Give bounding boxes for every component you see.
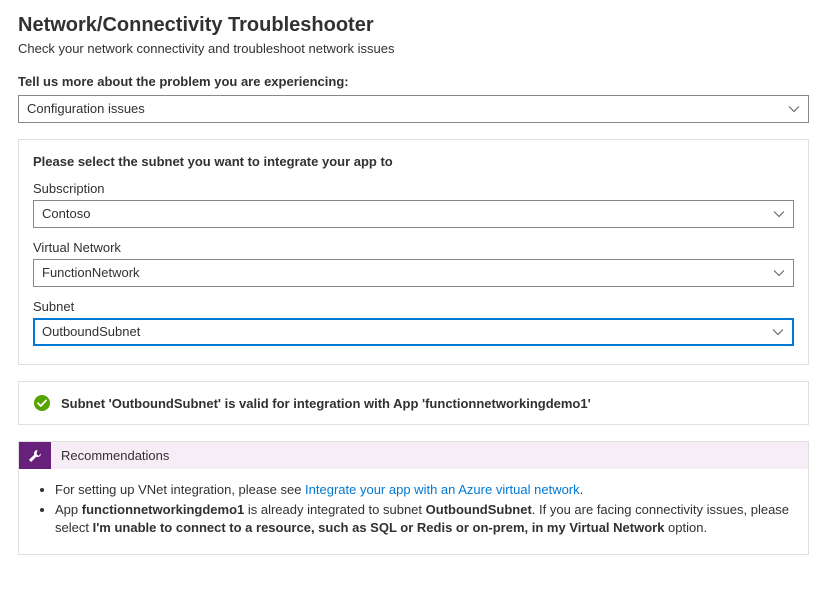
subscription-dropdown[interactable]: Contoso xyxy=(33,200,794,228)
subnet-label: Subnet xyxy=(33,299,794,314)
validation-status: Subnet 'OutboundSubnet' is valid for int… xyxy=(18,381,809,425)
vnet-integration-link[interactable]: Integrate your app with an Azure virtual… xyxy=(305,482,580,497)
subnet-dropdown[interactable]: OutboundSubnet xyxy=(33,318,794,346)
recommendations-title: Recommendations xyxy=(51,442,179,469)
problem-label: Tell us more about the problem you are e… xyxy=(18,74,809,89)
problem-dropdown[interactable]: Configuration issues xyxy=(18,95,809,123)
option-text: I'm unable to connect to a resource, suc… xyxy=(93,520,665,535)
subnet-value: OutboundSubnet xyxy=(42,324,140,339)
subnet-panel: Please select the subnet you want to int… xyxy=(18,139,809,365)
subscription-label: Subscription xyxy=(33,181,794,196)
chevron-down-icon xyxy=(772,326,784,338)
page-subtitle: Check your network connectivity and trou… xyxy=(18,41,809,56)
validation-message: Subnet 'OutboundSubnet' is valid for int… xyxy=(61,396,591,411)
subnet-name: OutboundSubnet xyxy=(426,502,532,517)
recommendation-item: For setting up VNet integration, please … xyxy=(55,481,792,499)
vnet-value: FunctionNetwork xyxy=(42,265,140,280)
vnet-dropdown[interactable]: FunctionNetwork xyxy=(33,259,794,287)
recommendations-panel: Recommendations For setting up VNet inte… xyxy=(18,441,809,555)
page-title: Network/Connectivity Troubleshooter xyxy=(18,14,809,37)
subscription-value: Contoso xyxy=(42,206,90,221)
chevron-down-icon xyxy=(773,208,785,220)
wrench-icon xyxy=(19,442,51,469)
recommendations-header: Recommendations xyxy=(19,442,808,469)
chevron-down-icon xyxy=(773,267,785,279)
chevron-down-icon xyxy=(788,103,800,115)
subnet-panel-title: Please select the subnet you want to int… xyxy=(33,154,794,169)
problem-dropdown-value: Configuration issues xyxy=(27,101,145,116)
success-icon xyxy=(33,394,51,412)
vnet-label: Virtual Network xyxy=(33,240,794,255)
recommendations-body: For setting up VNet integration, please … xyxy=(19,469,808,554)
recommendation-item: App functionnetworkingdemo1 is already i… xyxy=(55,501,792,537)
app-name: functionnetworkingdemo1 xyxy=(82,502,245,517)
